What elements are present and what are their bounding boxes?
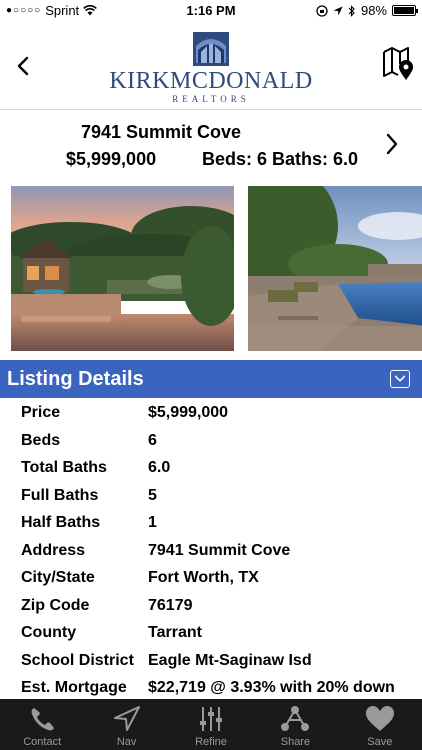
map-pin-icon[interactable] <box>382 46 414 82</box>
listing-photo[interactable] <box>11 186 234 351</box>
tab-label: Contact <box>23 736 62 748</box>
tab-label: Save <box>367 736 393 748</box>
bluetooth-icon <box>348 4 355 17</box>
detail-label: Beds <box>21 431 61 449</box>
detail-value: 5 <box>148 486 157 504</box>
next-chevron-icon[interactable] <box>382 131 402 157</box>
heart-icon <box>365 706 394 731</box>
detail-label: City/State <box>21 569 95 586</box>
sliders-icon <box>200 707 223 731</box>
navigation-arrow-icon <box>113 706 140 731</box>
detail-row-address: Address 7941 Summit Cove <box>0 538 422 566</box>
detail-row-beds: Beds 6 <box>0 428 422 456</box>
detail-value: 76179 <box>148 596 193 614</box>
tab-share[interactable]: Share <box>253 699 337 750</box>
brand-logo: KIRKMCDONALD REALTORS <box>108 32 314 106</box>
location-arrow-icon <box>333 6 343 15</box>
tab-nav[interactable]: Nav <box>84 699 168 750</box>
detail-label: Half Baths <box>21 514 101 531</box>
detail-value: $22,719 @ 3.93% with 20% down <box>148 679 395 696</box>
detail-label: Address <box>21 541 86 559</box>
listing-details-header[interactable]: Listing Details <box>0 360 422 398</box>
detail-label: Full Baths <box>21 486 99 504</box>
listing-details-title: Listing Details <box>7 368 144 390</box>
tab-label: Nav <box>116 736 137 748</box>
detail-row-city-state: City/State Fort Worth, TX <box>0 565 422 593</box>
detail-row-half-baths: Half Baths 1 <box>0 510 422 538</box>
back-chevron-icon[interactable] <box>12 52 36 80</box>
battery-percent: 98% <box>360 3 387 18</box>
detail-label: School District <box>21 651 134 669</box>
detail-label: Price <box>21 404 61 421</box>
tab-refine[interactable]: Refine <box>169 699 253 750</box>
listing-summary: 7941 Summit Cove $5,999,000 Beds: 6 Bath… <box>0 111 422 181</box>
logo-mark-icon <box>193 32 229 66</box>
detail-value: 1 <box>148 514 157 531</box>
detail-row-total-baths: Total Baths 6.0 <box>0 455 422 483</box>
detail-value: 7941 Summit Cove <box>148 541 291 559</box>
detail-value: 6 <box>148 431 157 449</box>
detail-label: Est. Mortgage <box>21 679 127 696</box>
status-bar: ●○○○○ Sprint 1:16 PM 98% <box>0 0 422 22</box>
listing-beds-baths: Beds: 6 Baths: 6.0 <box>202 149 359 169</box>
collapse-chevron-icon[interactable] <box>390 370 410 388</box>
tab-label: Refine <box>195 736 227 748</box>
listing-address: 7941 Summit Cove <box>80 122 242 142</box>
pool-patio-photo <box>248 186 422 351</box>
detail-row-full-baths: Full Baths 5 <box>0 483 422 511</box>
listing-details-table: Price $5,999,000 Beds 6 Total Baths 6.0 … <box>0 400 422 703</box>
share-icon <box>281 706 310 731</box>
listing-price: $5,999,000 <box>66 149 157 169</box>
detail-label: Zip Code <box>21 596 90 614</box>
detail-row-county: County Tarrant <box>0 620 422 648</box>
photo-carousel[interactable] <box>0 186 422 351</box>
detail-label: County <box>21 624 77 641</box>
tab-contact[interactable]: Contact <box>0 699 84 750</box>
detail-row-zip-code: Zip Code 76179 <box>0 593 422 621</box>
logo-subtitle: REALTORS <box>172 94 250 104</box>
pool-house-photo <box>11 186 234 351</box>
detail-label: Total Baths <box>21 459 107 476</box>
detail-value: $5,999,000 <box>148 404 229 421</box>
app-header: KIRKMCDONALD REALTORS <box>0 22 422 110</box>
detail-row-school-district: School District Eagle Mt-Saginaw Isd <box>0 648 422 676</box>
battery-level <box>394 7 414 14</box>
phone-icon <box>31 708 55 731</box>
detail-row-price: Price $5,999,000 <box>0 400 422 428</box>
tab-save[interactable]: Save <box>338 699 422 750</box>
tab-label: Share <box>280 736 311 748</box>
status-right: 98% <box>316 3 418 18</box>
detail-value: Eagle Mt-Saginaw Isd <box>148 651 312 669</box>
logo-wordmark: KIRKMCDONALD <box>109 68 313 94</box>
bottom-tab-bar: Contact Nav Refine Share Save <box>0 699 422 750</box>
detail-value: Fort Worth, TX <box>148 569 259 586</box>
detail-value: Tarrant <box>148 624 202 641</box>
listing-photo[interactable] <box>248 186 422 351</box>
rotation-lock-icon <box>316 4 328 17</box>
battery-icon <box>392 5 418 16</box>
detail-value: 6.0 <box>148 459 171 476</box>
